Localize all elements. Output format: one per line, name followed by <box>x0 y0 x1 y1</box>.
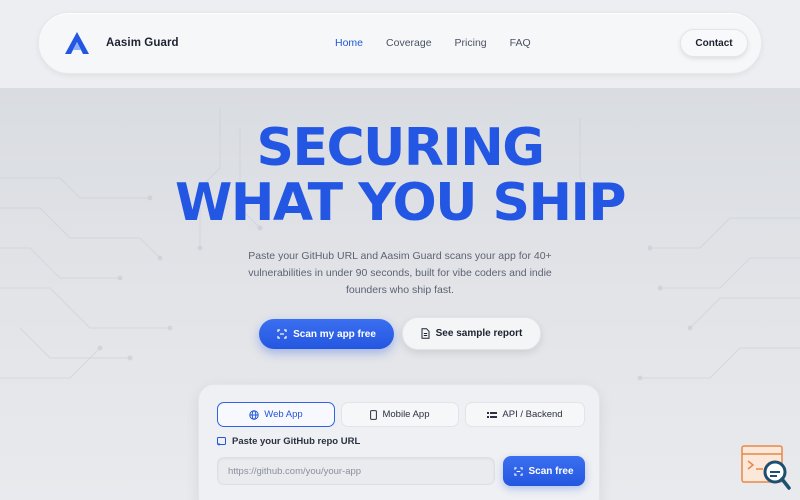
contact-button[interactable]: Contact <box>680 29 748 57</box>
globe-icon <box>249 409 259 420</box>
repo-url-input[interactable] <box>217 457 495 485</box>
hero-title-line-1: SECURING <box>256 118 545 178</box>
scan-my-app-label: Scan my app free <box>293 328 376 340</box>
hero-subtitle: Paste your GitHub URL and Aasim Guard sc… <box>248 250 552 296</box>
nav-link-pricing[interactable]: Pricing <box>455 37 487 49</box>
scan-card: Web App Mobile App API / Backend Paste y… <box>198 384 600 500</box>
top-navbar: Aasim Guard Home Coverage Pricing FAQ Co… <box>38 12 762 74</box>
scan-icon <box>514 466 524 476</box>
scan-my-app-button[interactable]: Scan my app free <box>259 319 394 349</box>
tab-mobile-app-label: Mobile App <box>382 409 430 420</box>
nav-links: Home Coverage Pricing FAQ <box>335 37 554 49</box>
sample-report-button[interactable]: See sample report <box>402 317 541 350</box>
nav-link-faq[interactable]: FAQ <box>510 37 531 49</box>
nav-link-coverage[interactable]: Coverage <box>386 37 432 49</box>
hero-title-line-2: WHAT YOU SHIP <box>175 173 626 233</box>
document-icon <box>421 328 430 339</box>
api-icon <box>487 411 498 418</box>
repo-url-label-text: Paste your GitHub repo URL <box>232 436 361 447</box>
scan-free-label: Scan free <box>528 465 574 477</box>
repo-url-label: Paste your GitHub repo URL <box>217 436 360 447</box>
sample-report-label: See sample report <box>435 328 523 339</box>
floating-search-widget[interactable] <box>741 445 791 491</box>
tab-web-app[interactable]: Web App <box>217 402 335 427</box>
tab-api-backend-label: API / Backend <box>502 409 563 420</box>
tab-web-app-label: Web App <box>264 409 303 420</box>
scan-free-button[interactable]: Scan free <box>503 456 585 486</box>
nav-link-home[interactable]: Home <box>335 37 363 49</box>
logo-icon[interactable] <box>64 31 90 55</box>
tab-api-backend[interactable]: API / Backend <box>465 402 585 427</box>
phone-icon <box>370 409 378 420</box>
github-icon <box>217 437 226 446</box>
tab-mobile-app[interactable]: Mobile App <box>341 402 459 427</box>
brand-name[interactable]: Aasim Guard <box>106 37 179 49</box>
scan-icon <box>277 329 287 339</box>
